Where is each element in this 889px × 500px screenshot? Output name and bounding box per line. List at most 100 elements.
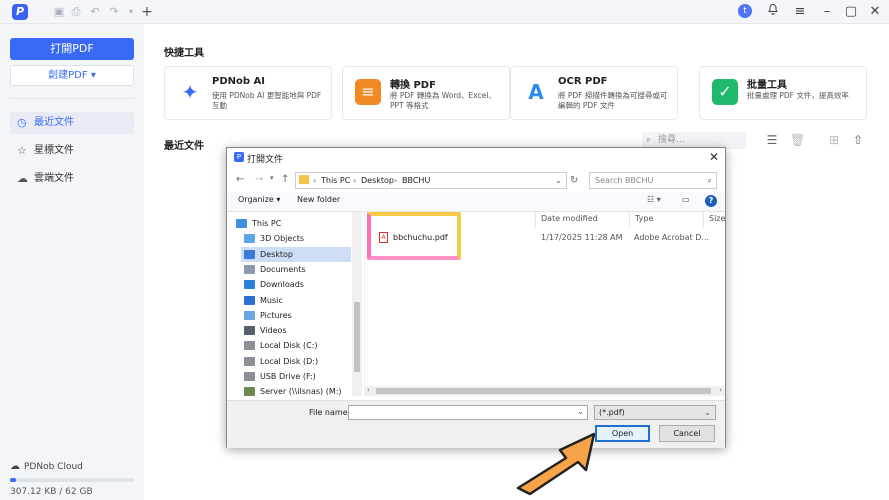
nav-tree-label: This PC	[252, 219, 282, 228]
nav-tree-label: Local Disk (D:)	[260, 356, 319, 366]
folder-search-input[interactable]: Search BBCHU ⌕	[589, 172, 717, 189]
file-list-horizontal-scrollbar[interactable]: ‹ ›	[364, 386, 725, 396]
storage-progress-bar	[10, 478, 134, 482]
horizontal-scroll-thumb[interactable]	[376, 388, 711, 394]
nav-tree-item[interactable]: Videos	[241, 323, 351, 338]
folder-icon	[236, 219, 247, 228]
recent-locations-icon[interactable]: ▾	[270, 174, 274, 182]
new-folder-button[interactable]: New folder	[297, 195, 340, 204]
user-avatar[interactable]: t	[738, 4, 752, 18]
close-icon[interactable]: ✕	[866, 3, 884, 21]
sidebar-item-recent[interactable]: ◷ 最近文件	[10, 112, 134, 134]
file-row[interactable]: A bbchuchu.pdf 1/17/2025 11:28 AM Adobe …	[373, 230, 725, 246]
address-dropdown-icon[interactable]: ⌄	[555, 173, 562, 188]
nav-tree-item[interactable]: Music	[241, 293, 351, 308]
breadcrumb-desktop[interactable]: Desktop	[361, 173, 394, 188]
tool-name: OCR PDF	[558, 76, 608, 87]
column-date-modified[interactable]: Date modified	[541, 214, 598, 223]
back-icon[interactable]: ←	[236, 174, 244, 185]
orange-pointer-arrow-icon	[516, 432, 596, 496]
file-name-input[interactable]: ⌄	[348, 405, 588, 420]
sidebar-item-starred[interactable]: ☆ 星標文件	[10, 140, 134, 162]
folder-icon	[244, 356, 255, 366]
maximize-icon[interactable]: ▢	[842, 3, 860, 21]
nav-tree-item[interactable]: Server (\\ilsnas) (M:)	[241, 384, 351, 399]
dialog-close-icon[interactable]: ✕	[709, 150, 719, 164]
save-icon[interactable]: ▣	[52, 5, 66, 19]
minimize-icon[interactable]: –	[818, 3, 836, 21]
cloud-icon: ☁	[17, 172, 28, 185]
tool-name: PDNob AI	[212, 76, 265, 87]
scroll-left-icon[interactable]: ‹	[367, 386, 370, 394]
dropdown-icon[interactable]: ▾	[124, 5, 138, 19]
breadcrumb-bbchu[interactable]: BBCHU	[402, 173, 430, 188]
sidebar-item-cloud[interactable]: ☁ 雲端文件	[10, 168, 134, 190]
tool-name: 批量工具	[747, 80, 787, 91]
up-folder-icon[interactable]: ↑	[281, 174, 289, 185]
storage-usage-text: 307.12 KB / 62 GB	[10, 487, 93, 497]
folder-icon	[244, 264, 255, 274]
scroll-right-icon[interactable]: ›	[719, 386, 722, 394]
nav-tree-item[interactable]: Documents	[241, 262, 351, 277]
nav-tree-item[interactable]: Downloads	[241, 277, 351, 292]
sidebar-item-label: 雲端文件	[34, 173, 74, 184]
tool-card-pdnob-ai[interactable]: ✦ PDNob AI 使用 PDNob AI 更智能地與 PDF 互動	[164, 66, 332, 120]
folder-icon	[244, 341, 255, 351]
help-icon[interactable]: ?	[705, 195, 717, 207]
chevron-down-icon[interactable]: ⌄	[577, 407, 584, 416]
bell-icon[interactable]	[764, 3, 782, 21]
tool-card-ocr-pdf[interactable]: A OCR PDF 將 PDF 掃描件轉換為可搜尋或可編輯的 PDF 文件	[510, 66, 678, 120]
nav-tree-item[interactable]: 3D Objects	[241, 231, 351, 246]
dialog-toolbar: Organize ▾ New folder ☷ ▾ ▭ ?	[227, 192, 725, 212]
list-view-icon[interactable]: ☰	[765, 133, 779, 147]
open-button[interactable]: Open	[595, 425, 650, 442]
preview-pane-icon[interactable]: ▭	[682, 195, 690, 204]
dialog-footer: File name: ⌄ (*.pdf) ⌄ Open Cancel	[227, 400, 725, 448]
print-icon[interactable]: ⎙	[69, 5, 83, 19]
recent-files-title: 最近文件	[164, 141, 204, 152]
file-type-select[interactable]: (*.pdf) ⌄	[594, 405, 716, 420]
nav-tree-item[interactable]: Local Disk (C:)	[241, 338, 351, 353]
redo-icon[interactable]: ↷	[107, 5, 121, 19]
forward-icon[interactable]: →	[255, 174, 263, 185]
trash-icon[interactable]: 🗑	[790, 133, 805, 147]
refresh-icon[interactable]: ↻	[570, 175, 578, 186]
menu-icon[interactable]: ≡	[791, 3, 809, 21]
breadcrumb-this-pc[interactable]: This PC	[321, 173, 350, 188]
nav-tree-label: Pictures	[260, 310, 292, 320]
nav-tree-label: Music	[260, 295, 283, 305]
file-name-label: File name:	[309, 408, 351, 417]
nav-tree-item[interactable]: This PC	[233, 216, 343, 231]
navigation-scrollbar[interactable]	[352, 212, 362, 396]
cancel-button[interactable]: Cancel	[659, 425, 715, 442]
add-file-icon[interactable]: ⊞	[827, 133, 841, 147]
convert-icon: ≡	[355, 79, 381, 105]
column-size[interactable]: Size	[709, 214, 725, 223]
checkbox-icon: ✓	[712, 79, 738, 105]
folder-icon	[244, 372, 255, 381]
tool-card-batch-tools[interactable]: ✓ 批量工具 批量處理 PDF 文件，提高效率	[699, 66, 867, 120]
file-type: Adobe Acrobat D...	[634, 233, 710, 242]
nav-tree-label: USB Drive (F:)	[260, 372, 316, 381]
create-pdf-button[interactable]: 創建PDF ▾	[10, 65, 134, 86]
upload-icon[interactable]: ⇧	[851, 133, 865, 147]
organize-button[interactable]: Organize ▾	[238, 195, 280, 204]
tool-card-convert-pdf[interactable]: ≡ 轉換 PDF 將 PDF 轉換為 Word、Excel、PPT 等格式	[342, 66, 510, 120]
open-pdf-button[interactable]: 打開PDF	[10, 38, 134, 60]
nav-tree-item[interactable]: Desktop	[241, 246, 351, 262]
folder-icon	[244, 295, 255, 305]
cloud-storage-label[interactable]: ☁ PDNob Cloud	[10, 461, 83, 472]
undo-icon[interactable]: ↶	[88, 5, 102, 19]
view-options-icon[interactable]: ☷ ▾	[647, 195, 661, 204]
column-type[interactable]: Type	[635, 214, 653, 223]
navigation-scroll-thumb[interactable]	[354, 302, 360, 372]
address-bar[interactable]: › This PC › Desktop › BBCHU ⌄	[295, 172, 567, 189]
folder-icon	[244, 234, 255, 244]
nav-tree-item[interactable]: Pictures	[241, 308, 351, 323]
nav-tree-item[interactable]: USB Drive (F:)	[241, 369, 351, 384]
nav-tree-item[interactable]: Local Disk (D:)	[241, 354, 351, 369]
pdf-file-icon: A	[379, 232, 388, 243]
nav-tree-label: Local Disk (C:)	[260, 341, 318, 351]
sparkle-icon: ✦	[181, 80, 199, 104]
new-tab-icon[interactable]: +	[140, 5, 154, 19]
